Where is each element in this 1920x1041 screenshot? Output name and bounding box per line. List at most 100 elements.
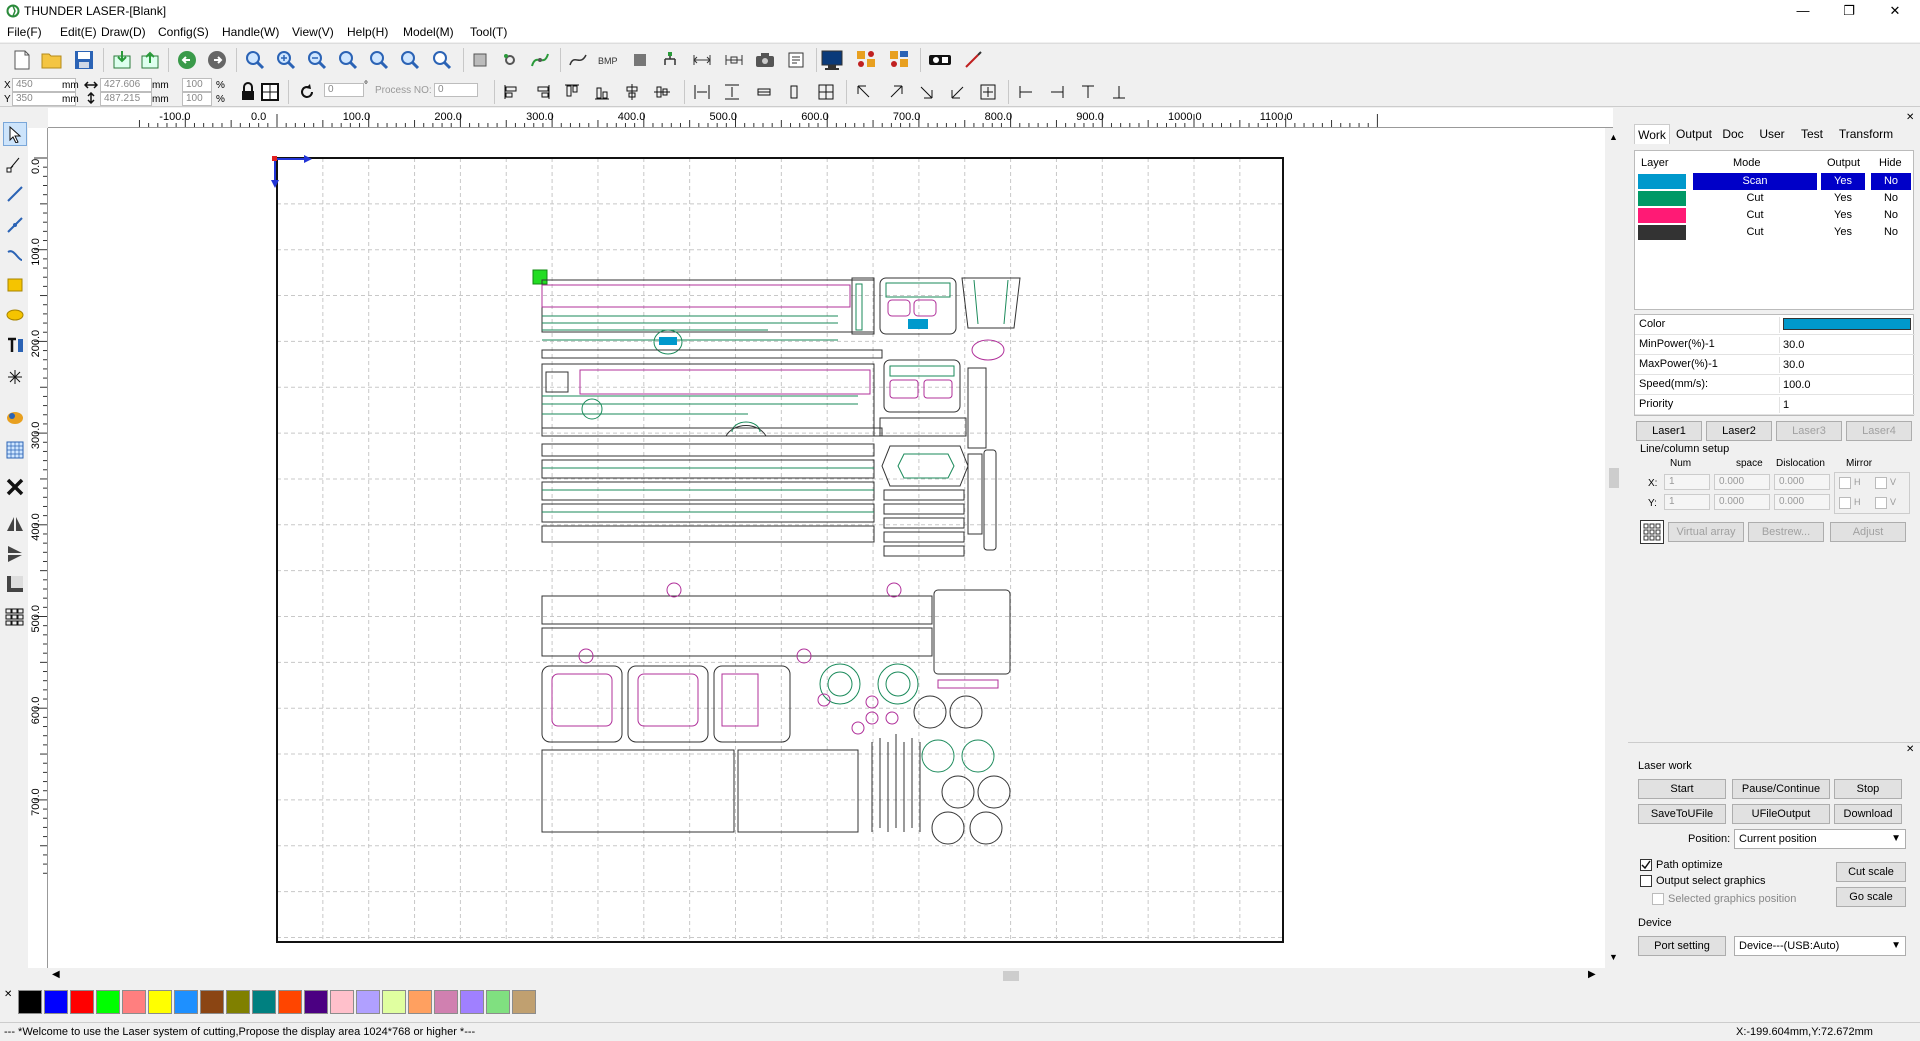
node-select-icon[interactable] bbox=[3, 152, 27, 176]
palette-swatch[interactable] bbox=[226, 990, 250, 1014]
port-setting-button[interactable]: Port setting bbox=[1638, 936, 1726, 956]
undo-icon[interactable] bbox=[175, 48, 199, 72]
align-center-v-icon[interactable] bbox=[650, 80, 674, 104]
color-value-cell[interactable] bbox=[1779, 317, 1913, 333]
menu-draw[interactable]: Draw(D) bbox=[101, 25, 146, 39]
stop-button[interactable]: Stop bbox=[1834, 779, 1902, 799]
cut-scale-button[interactable]: Cut scale bbox=[1836, 862, 1906, 882]
open-folder-icon[interactable] bbox=[40, 48, 64, 72]
layer-row[interactable]: Scan Yes No bbox=[1635, 173, 1915, 190]
align-left-icon[interactable] bbox=[500, 80, 524, 104]
priority-value[interactable]: 1 bbox=[1779, 397, 1913, 413]
curve-smooth-icon[interactable] bbox=[528, 48, 552, 72]
rectangle-tool-icon[interactable] bbox=[3, 273, 27, 297]
menu-tool[interactable]: Tool(T) bbox=[470, 25, 507, 39]
layer-row[interactable]: Cut Yes No bbox=[1635, 190, 1915, 207]
height-field[interactable]: 487.215 bbox=[100, 92, 152, 106]
palette-swatch[interactable] bbox=[512, 990, 536, 1014]
menu-file[interactable]: File(F) bbox=[7, 25, 42, 39]
zoom-page-icon[interactable] bbox=[336, 48, 360, 72]
zoom-fit-icon[interactable] bbox=[243, 48, 267, 72]
x-dislocation-field[interactable]: 0.000 bbox=[1774, 474, 1830, 490]
tab-work[interactable]: Work bbox=[1634, 124, 1670, 144]
position-select[interactable]: Current position ▼ bbox=[1734, 829, 1906, 849]
layer-mode[interactable]: Scan bbox=[1693, 173, 1817, 190]
y-dislocation-field[interactable]: 0.000 bbox=[1774, 494, 1830, 510]
go-scale-button[interactable]: Go scale bbox=[1836, 887, 1906, 907]
select-arrow-icon[interactable] bbox=[3, 122, 27, 146]
save-icon[interactable] bbox=[72, 48, 96, 72]
path-optimize-checkbox[interactable] bbox=[1640, 859, 1652, 871]
minimize-button[interactable]: — bbox=[1780, 0, 1826, 22]
zoom-window-icon[interactable] bbox=[430, 48, 454, 72]
line-tool-icon[interactable] bbox=[3, 182, 27, 206]
menu-model[interactable]: Model(M) bbox=[403, 25, 454, 39]
zoom-selection-icon[interactable] bbox=[367, 48, 391, 72]
layer-color-swatch[interactable] bbox=[1638, 208, 1686, 223]
polyline-tool-icon[interactable] bbox=[3, 213, 27, 237]
palette-swatch[interactable] bbox=[460, 990, 484, 1014]
scale-x-field[interactable]: 100 bbox=[182, 78, 212, 92]
pause-continue-button[interactable]: Pause/Continue bbox=[1732, 779, 1830, 799]
palette-swatch[interactable] bbox=[96, 990, 120, 1014]
tab-transform[interactable]: Transform bbox=[1834, 124, 1898, 144]
layer-hide[interactable]: No bbox=[1871, 190, 1911, 207]
palette-swatch[interactable] bbox=[148, 990, 172, 1014]
lock-ratio-icon[interactable] bbox=[236, 80, 260, 104]
layer-hide[interactable]: No bbox=[1871, 173, 1911, 190]
palette-swatch[interactable] bbox=[18, 990, 42, 1014]
align-bottom-icon[interactable] bbox=[590, 80, 614, 104]
ellipse-tool-icon[interactable] bbox=[3, 303, 27, 327]
layer-color-swatch[interactable] bbox=[1638, 174, 1686, 189]
palette-swatch[interactable] bbox=[278, 990, 302, 1014]
palette-swatch[interactable] bbox=[70, 990, 94, 1014]
adjust-button[interactable]: Adjust bbox=[1830, 522, 1906, 542]
start-button[interactable]: Start bbox=[1638, 779, 1726, 799]
laser4-tab[interactable]: Laser4 bbox=[1846, 421, 1912, 441]
ufile-output-button[interactable]: UFileOutput bbox=[1732, 804, 1830, 824]
layer-mode[interactable]: Cut bbox=[1693, 190, 1817, 207]
mirror-h-icon[interactable] bbox=[3, 512, 27, 536]
same-width-icon[interactable] bbox=[752, 80, 776, 104]
zoom-in-icon[interactable] bbox=[274, 48, 298, 72]
panel-close-icon[interactable]: ✕ bbox=[1906, 112, 1914, 123]
align-center-h-icon[interactable] bbox=[620, 80, 644, 104]
device-select[interactable]: Device---(USB:Auto) ▼ bbox=[1734, 936, 1906, 956]
tab-doc[interactable]: Doc bbox=[1718, 124, 1748, 144]
palette-swatch[interactable] bbox=[174, 990, 198, 1014]
size-height-icon[interactable] bbox=[722, 48, 746, 72]
palette-swatch[interactable] bbox=[304, 990, 328, 1014]
palette-swatch[interactable] bbox=[434, 990, 458, 1014]
node-edit-icon[interactable] bbox=[498, 48, 522, 72]
tab-output[interactable]: Output bbox=[1672, 124, 1716, 144]
fill-icon[interactable] bbox=[628, 48, 652, 72]
zoom-out-icon[interactable] bbox=[305, 48, 329, 72]
laser-head-icon[interactable] bbox=[928, 48, 952, 72]
mirror-x-v-checkbox[interactable] bbox=[1875, 477, 1887, 489]
laser1-tab[interactable]: Laser1 bbox=[1636, 421, 1702, 441]
palette-swatch[interactable] bbox=[330, 990, 354, 1014]
mirror-y-h-checkbox[interactable] bbox=[1839, 497, 1851, 509]
layer-hide[interactable]: No bbox=[1871, 207, 1911, 224]
layer-mode[interactable]: Cut bbox=[1693, 224, 1817, 241]
layer-hide[interactable]: No bbox=[1871, 224, 1911, 241]
scroll-right-icon[interactable]: ▶ bbox=[1588, 969, 1596, 980]
horizontal-scrollbar[interactable]: ◀ ▶ bbox=[48, 968, 1605, 984]
layer-row[interactable]: Cut Yes No bbox=[1635, 207, 1915, 224]
laser3-tab[interactable]: Laser3 bbox=[1776, 421, 1842, 441]
process-no-field[interactable]: 0 bbox=[434, 83, 478, 97]
curve-icon[interactable] bbox=[566, 48, 590, 72]
bestrew-button[interactable]: Bestrew... bbox=[1748, 522, 1824, 542]
move-bottom-left-icon[interactable] bbox=[946, 80, 970, 104]
camera-icon[interactable] bbox=[753, 48, 777, 72]
menu-config[interactable]: Config(S) bbox=[158, 25, 209, 39]
move-top-left-icon[interactable] bbox=[852, 80, 876, 104]
zoom-all-icon[interactable] bbox=[398, 48, 422, 72]
layer-color-swatch[interactable] bbox=[1638, 191, 1686, 206]
stick-bottom-icon[interactable] bbox=[1107, 80, 1131, 104]
mirror-y-v-checkbox[interactable] bbox=[1875, 497, 1887, 509]
tree-icon[interactable] bbox=[658, 48, 682, 72]
stick-top-icon[interactable] bbox=[1076, 80, 1100, 104]
maximize-button[interactable]: ❐ bbox=[1826, 0, 1872, 22]
x-num-field[interactable]: 1 bbox=[1664, 474, 1710, 490]
